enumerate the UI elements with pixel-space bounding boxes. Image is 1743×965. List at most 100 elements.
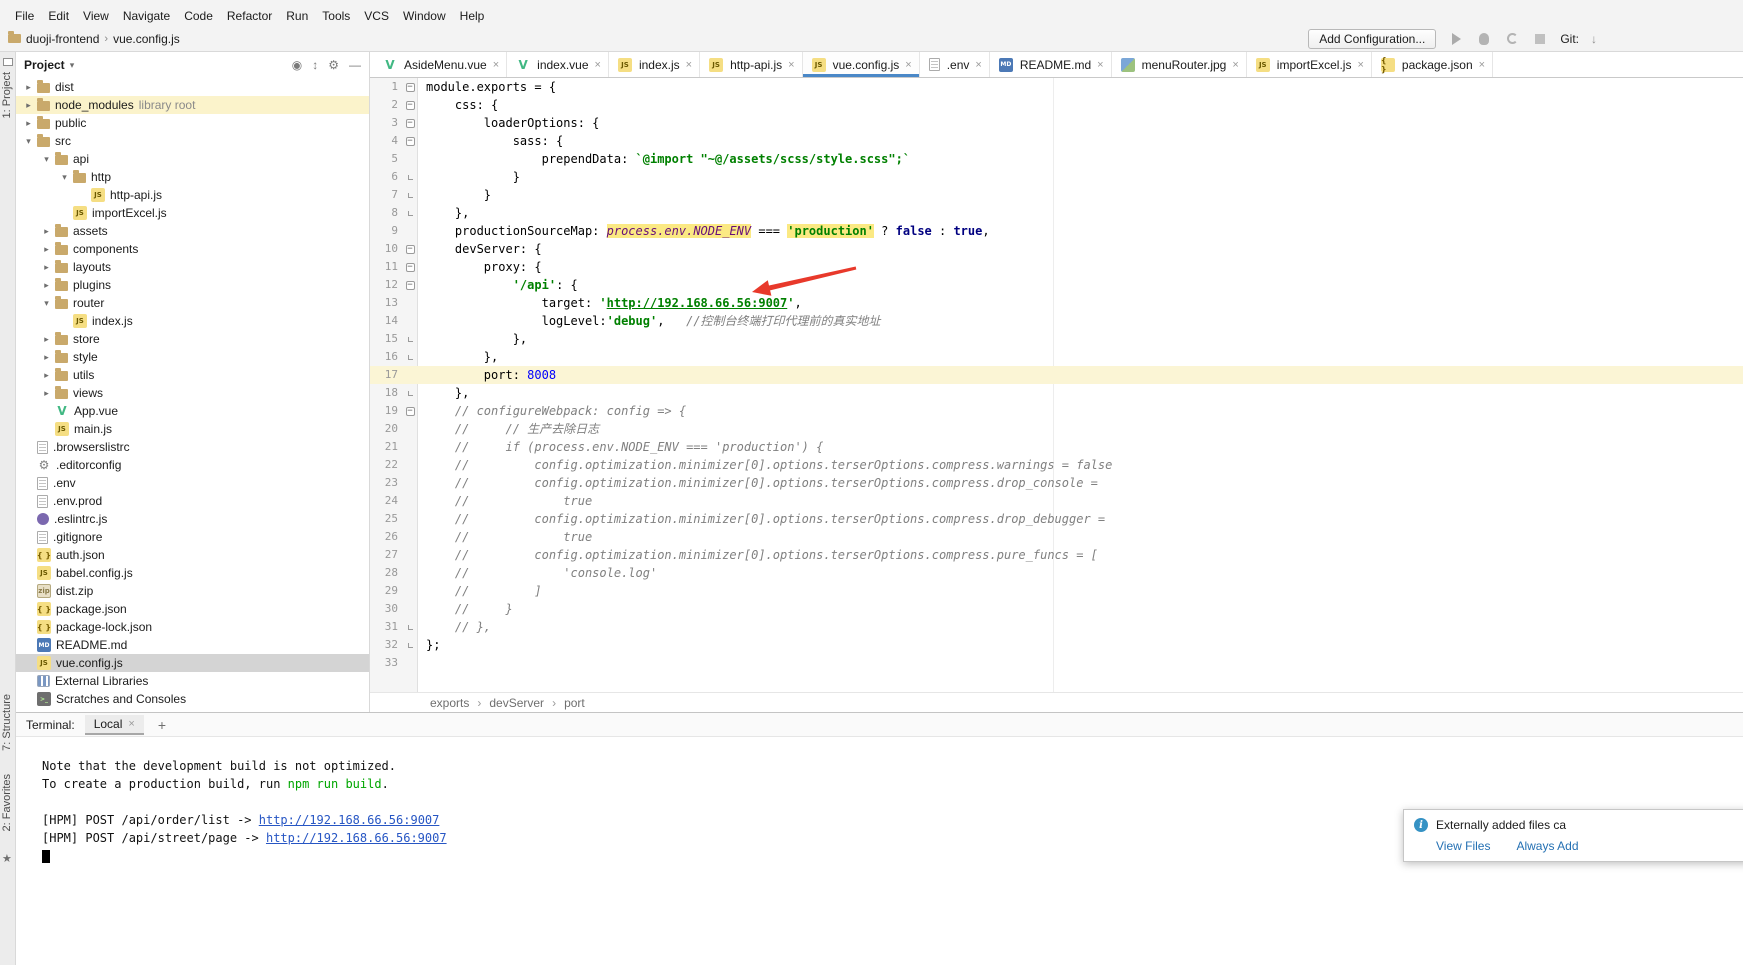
- code-line-4[interactable]: 4− sass: {: [370, 132, 1743, 150]
- tree-item-views[interactable]: ▸views: [16, 384, 369, 402]
- fold-column[interactable]: [402, 618, 418, 636]
- code-line-26[interactable]: 26 // true: [370, 528, 1743, 546]
- code-line-19[interactable]: 19− // configureWebpack: config => {: [370, 402, 1743, 420]
- fold-column[interactable]: [402, 528, 418, 546]
- favorites-star-icon[interactable]: ★: [2, 852, 12, 865]
- code-line-31[interactable]: 31 // },: [370, 618, 1743, 636]
- fold-column[interactable]: [402, 600, 418, 618]
- new-terminal-icon[interactable]: +: [154, 717, 170, 733]
- tree-item-components[interactable]: ▸components: [16, 240, 369, 258]
- code-line-7[interactable]: 7 }: [370, 186, 1743, 204]
- fold-collapse-icon[interactable]: −: [406, 137, 415, 146]
- tree-item-main-js[interactable]: JSmain.js: [16, 420, 369, 438]
- tree-item-app-vue[interactable]: VApp.vue: [16, 402, 369, 420]
- chevron-collapsed-icon[interactable]: ▸: [40, 262, 53, 273]
- tree-item-store[interactable]: ▸store: [16, 330, 369, 348]
- code-line-17[interactable]: 17 port: 8008: [370, 366, 1743, 384]
- chevron-expanded-icon[interactable]: ▾: [40, 298, 53, 309]
- code-line-28[interactable]: 28 // 'console.log': [370, 564, 1743, 582]
- code-editor[interactable]: 1−module.exports = {2− css: {3− loaderOp…: [370, 78, 1743, 692]
- tree-item-env[interactable]: .env: [16, 474, 369, 492]
- tab-vue-config-js[interactable]: JSvue.config.js×: [803, 52, 920, 77]
- close-icon[interactable]: ×: [595, 59, 601, 71]
- code-line-24[interactable]: 24 // true: [370, 492, 1743, 510]
- fold-column[interactable]: −: [402, 258, 418, 276]
- fold-column[interactable]: [402, 582, 418, 600]
- always-add-link[interactable]: Always Add: [1516, 839, 1578, 853]
- fold-column[interactable]: −: [402, 402, 418, 420]
- tree-item-src[interactable]: ▾src: [16, 132, 369, 150]
- tree-item-browserslistrc[interactable]: .browserslistrc: [16, 438, 369, 456]
- fold-column[interactable]: [402, 564, 418, 582]
- tree-item-dist[interactable]: ▸dist: [16, 78, 369, 96]
- menu-item-run[interactable]: Run: [279, 8, 315, 24]
- fold-column[interactable]: [402, 384, 418, 402]
- chevron-collapsed-icon[interactable]: ▸: [40, 334, 53, 345]
- fold-column[interactable]: −: [402, 240, 418, 258]
- tree-item-editorconfig[interactable]: ⚙.editorconfig: [16, 456, 369, 474]
- code-line-11[interactable]: 11− proxy: {: [370, 258, 1743, 276]
- fold-column[interactable]: [402, 492, 418, 510]
- tree-item-package-json[interactable]: { }package.json: [16, 600, 369, 618]
- code-line-18[interactable]: 18 },: [370, 384, 1743, 402]
- code-line-13[interactable]: 13 target: 'http://192.168.66.56:9007',: [370, 294, 1743, 312]
- menu-item-edit[interactable]: Edit: [41, 8, 76, 24]
- chevron-expanded-icon[interactable]: ▾: [58, 172, 71, 183]
- chevron-collapsed-icon[interactable]: ▸: [40, 244, 53, 255]
- tab-readme-md[interactable]: MDREADME.md×: [990, 52, 1112, 77]
- collapse-all-icon[interactable]: ↕: [312, 58, 318, 72]
- vcs-update-icon[interactable]: ↓: [1591, 32, 1597, 46]
- fold-collapse-icon[interactable]: −: [406, 263, 415, 272]
- tab-menurouter-jpg[interactable]: menuRouter.jpg×: [1112, 52, 1247, 77]
- tree-item-http[interactable]: ▾http: [16, 168, 369, 186]
- close-icon[interactable]: ×: [493, 59, 499, 71]
- tree-item-dist-zip[interactable]: zipdist.zip: [16, 582, 369, 600]
- chevron-collapsed-icon[interactable]: ▸: [40, 280, 53, 291]
- project-panel-title[interactable]: Project: [24, 58, 65, 72]
- menu-item-vcs[interactable]: VCS: [357, 8, 396, 24]
- code-line-14[interactable]: 14 logLevel:'debug', //控制台终端打印代理前的真实地址: [370, 312, 1743, 330]
- code-line-29[interactable]: 29 // ]: [370, 582, 1743, 600]
- hide-panel-icon[interactable]: —: [349, 58, 361, 72]
- menu-item-navigate[interactable]: Navigate: [116, 8, 177, 24]
- tab-env[interactable]: .env×: [920, 52, 990, 77]
- close-icon[interactable]: ×: [1097, 59, 1103, 71]
- close-icon[interactable]: ×: [1232, 59, 1238, 71]
- tree-item-scratches-and-consoles[interactable]: >_Scratches and Consoles: [16, 690, 369, 708]
- fold-column[interactable]: [402, 168, 418, 186]
- debug-icon[interactable]: [1476, 31, 1492, 47]
- chevron-collapsed-icon[interactable]: ▸: [22, 100, 35, 111]
- tree-item-external-libraries[interactable]: External Libraries: [16, 672, 369, 690]
- code-line-10[interactable]: 10− devServer: {: [370, 240, 1743, 258]
- close-icon[interactable]: ×: [1479, 59, 1485, 71]
- fold-column[interactable]: −: [402, 114, 418, 132]
- code-line-2[interactable]: 2− css: {: [370, 96, 1743, 114]
- close-icon[interactable]: ×: [905, 59, 911, 71]
- chevron-collapsed-icon[interactable]: ▸: [40, 388, 53, 399]
- chevron-collapsed-icon[interactable]: ▸: [40, 226, 53, 237]
- fold-column[interactable]: [402, 474, 418, 492]
- code-line-22[interactable]: 22 // config.optimization.minimizer[0].o…: [370, 456, 1743, 474]
- tree-item-http-api-js[interactable]: JShttp-api.js: [16, 186, 369, 204]
- fold-column[interactable]: [402, 438, 418, 456]
- tree-item-router[interactable]: ▾router: [16, 294, 369, 312]
- chevron-collapsed-icon[interactable]: ▸: [22, 118, 35, 129]
- chevron-collapsed-icon[interactable]: ▸: [22, 82, 35, 93]
- code-line-20[interactable]: 20 // // 生产去除日志: [370, 420, 1743, 438]
- fold-column[interactable]: [402, 420, 418, 438]
- tree-item-package-lock-json[interactable]: { }package-lock.json: [16, 618, 369, 636]
- stripe-structure-button[interactable]: 7: Structure: [1, 694, 13, 751]
- breadcrumb-port[interactable]: port: [564, 696, 585, 710]
- add-configuration-button[interactable]: Add Configuration...: [1308, 29, 1436, 49]
- tree-item-babel-config-js[interactable]: JSbabel.config.js: [16, 564, 369, 582]
- terminal-link[interactable]: http://192.168.66.56:9007: [266, 831, 447, 845]
- fold-collapse-icon[interactable]: −: [406, 245, 415, 254]
- tree-item-public[interactable]: ▸public: [16, 114, 369, 132]
- tab-index-vue[interactable]: Vindex.vue×: [507, 52, 609, 77]
- fold-collapse-icon[interactable]: −: [406, 281, 415, 290]
- chevron-collapsed-icon[interactable]: ▸: [40, 370, 53, 381]
- fold-column[interactable]: [402, 150, 418, 168]
- fold-column[interactable]: −: [402, 276, 418, 294]
- fold-column[interactable]: [402, 636, 418, 654]
- tree-item-plugins[interactable]: ▸plugins: [16, 276, 369, 294]
